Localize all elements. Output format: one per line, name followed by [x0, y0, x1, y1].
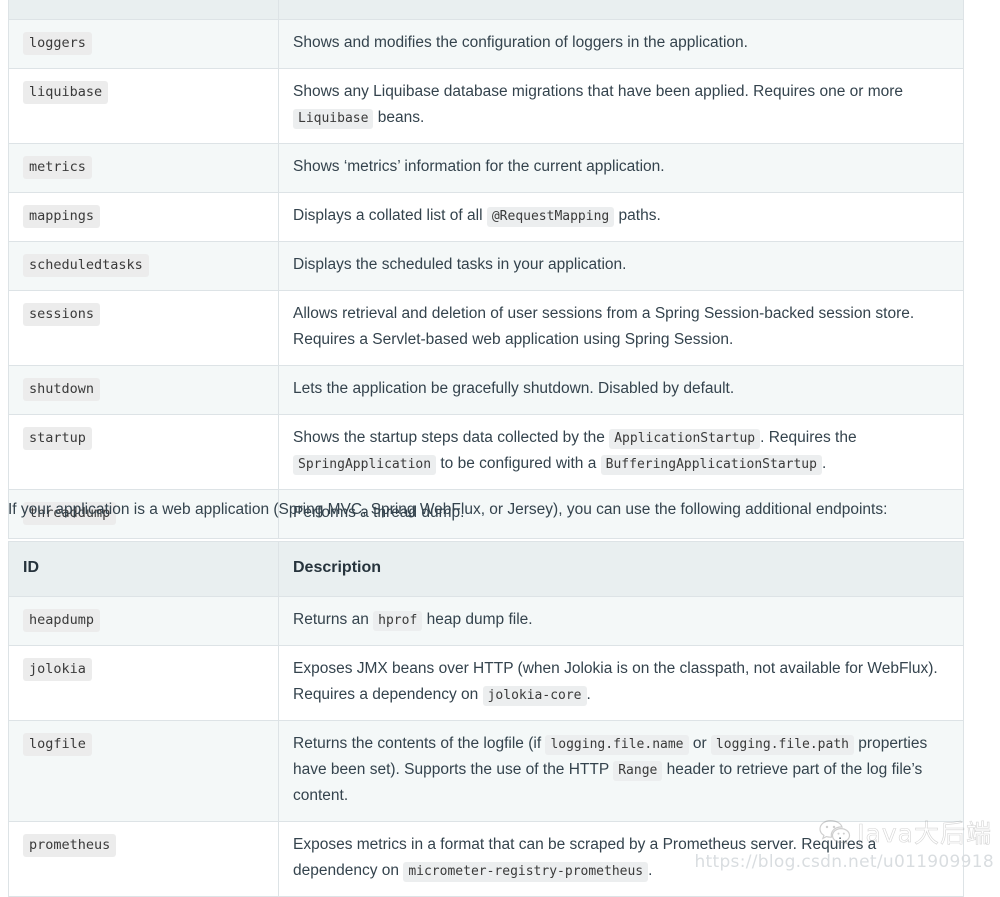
- endpoint-description-cell: Shows the startup steps data collected b…: [278, 414, 964, 491]
- web-endpoints-table: ID Description heapdump Returns an hprof …: [8, 541, 964, 897]
- inline-code: @RequestMapping: [486, 207, 615, 228]
- inline-code: hprof: [373, 610, 423, 631]
- endpoint-description-cell: Exposes metrics in a format that can be …: [278, 821, 964, 897]
- inline-code: Liquibase: [293, 108, 374, 129]
- inline-code: Range: [613, 761, 663, 782]
- endpoint-id: prometheus: [23, 834, 117, 858]
- table-row: heapdump Returns an hprof heap dump file.: [8, 595, 964, 646]
- endpoint-id-cell: metrics: [8, 142, 279, 194]
- endpoint-id-cell: logfile: [8, 719, 279, 823]
- endpoint-id-cell: mappings: [8, 192, 279, 243]
- endpoint-description-cell: Shows any Liquibase database migrations …: [278, 67, 964, 145]
- endpoint-description-cell: Shows ‘metrics’ information for the curr…: [278, 142, 964, 194]
- endpoint-description-cell: Shows and modifies the configuration of …: [278, 18, 964, 69]
- endpoint-description-cell: Exposes JMX beans over HTTP (when Joloki…: [278, 644, 964, 722]
- endpoint-id-cell: heapdump: [8, 595, 279, 646]
- core-endpoints-table-head: ID Description: [8, 0, 964, 20]
- web-endpoints-table-body: heapdump Returns an hprof heap dump file.…: [8, 595, 964, 897]
- endpoint-id-cell: loggers: [8, 18, 279, 69]
- endpoint-id: logfile: [23, 733, 92, 756]
- endpoint-id-cell: liquibase: [8, 67, 279, 145]
- endpoint-description-cell: Returns an hprof heap dump file.: [278, 595, 964, 646]
- endpoint-id-cell: startup: [8, 414, 279, 491]
- inline-code: micrometer-registry-prometheus: [403, 862, 649, 883]
- column-header-id: ID: [8, 541, 279, 597]
- endpoint-id: sessions: [23, 303, 101, 327]
- table-header-row: ID Description: [8, 541, 964, 597]
- endpoint-description-cell: Allows retrieval and deletion of user se…: [278, 290, 964, 367]
- inline-code: BufferingApplicationStartup: [600, 455, 822, 476]
- endpoint-id-cell: shutdown: [8, 365, 279, 416]
- endpoint-description-cell: Displays the scheduled tasks in your app…: [278, 241, 964, 292]
- table-header-row: ID Description: [8, 0, 964, 20]
- endpoint-id: shutdown: [23, 378, 101, 402]
- endpoint-id: startup: [23, 427, 92, 451]
- column-header-id: ID: [8, 0, 279, 20]
- inline-code: logging.file.name: [545, 735, 689, 755]
- table-row: metrics Shows ‘metrics’ information for t…: [8, 142, 964, 194]
- endpoint-id: metrics: [23, 156, 92, 179]
- endpoint-description-cell: Returns the contents of the logfile (if …: [278, 719, 964, 823]
- table-row: mappings Displays a collated list of all …: [8, 192, 964, 243]
- endpoint-description-cell: Displays a collated list of all @Request…: [278, 192, 964, 243]
- document-page: ID Description loggers Shows and modifies…: [0, 0, 1000, 897]
- table-row: scheduledtasks Displays the scheduled tas…: [8, 241, 964, 292]
- endpoint-id: loggers: [23, 31, 92, 55]
- table-row: jolokia Exposes JMX beans over HTTP (when…: [8, 644, 964, 722]
- table-row: prometheus Exposes metrics in a format th…: [8, 821, 964, 897]
- web-endpoints-table-head: ID Description: [8, 541, 964, 597]
- endpoint-id-cell: prometheus: [8, 821, 279, 897]
- table-row: logfile Returns the contents of the logfi…: [8, 719, 964, 823]
- web-endpoints-table-wrap: ID Description heapdump Returns an hprof …: [0, 541, 1000, 897]
- endpoint-id: scheduledtasks: [23, 254, 149, 278]
- endpoint-id-cell: jolokia: [8, 644, 279, 722]
- column-header-description: Description: [278, 541, 964, 597]
- core-endpoints-table: ID Description loggers Shows and modifies…: [8, 0, 964, 540]
- endpoint-description-cell: Lets the application be gracefully shutd…: [278, 365, 964, 416]
- inline-code: ApplicationStartup: [609, 429, 761, 450]
- endpoint-id-cell: sessions: [8, 290, 279, 367]
- table-row: startup Shows the startup steps data coll…: [8, 414, 964, 491]
- endpoint-id: liquibase: [23, 80, 109, 104]
- column-header-description: Description: [278, 0, 964, 20]
- endpoint-id-cell: scheduledtasks: [8, 241, 279, 292]
- table-row: shutdown Lets the application be graceful…: [8, 365, 964, 416]
- endpoint-id: jolokia: [23, 657, 92, 681]
- inline-code: SpringApplication: [293, 455, 437, 476]
- endpoint-id: heapdump: [23, 608, 101, 632]
- core-endpoints-table-wrap: ID Description loggers Shows and modifies…: [0, 0, 1000, 540]
- web-endpoints-intro-paragraph: If your application is a web application…: [8, 501, 888, 518]
- table-row: sessions Allows retrieval and deletion of…: [8, 290, 964, 367]
- inline-code: jolokia-core: [482, 685, 587, 706]
- core-endpoints-table-body: loggers Shows and modifies the configurat…: [8, 18, 964, 540]
- table-row: liquibase Shows any Liquibase database mi…: [8, 67, 964, 145]
- table-row: loggers Shows and modifies the configurat…: [8, 18, 964, 69]
- inline-code: logging.file.path: [710, 735, 854, 755]
- endpoint-id: mappings: [23, 205, 101, 229]
